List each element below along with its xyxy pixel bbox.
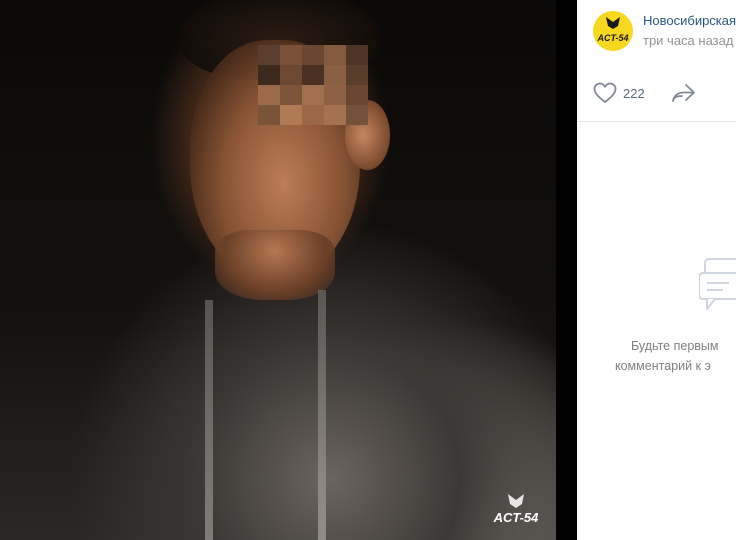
photo-neck (215, 230, 335, 300)
post-time[interactable]: три часа назад (643, 33, 733, 49)
watermark-text: ACT-54 (493, 510, 540, 525)
hood-cord-right (318, 290, 326, 540)
post-actions: 222 (577, 62, 736, 122)
share-button[interactable] (671, 82, 697, 109)
heart-icon (593, 82, 617, 104)
post-header: ACT-54 Новосибирская три часа назад (577, 0, 736, 62)
like-button[interactable]: 222 (593, 82, 645, 104)
comments-empty-line2: комментарий к э (615, 359, 711, 373)
avatar-logo: ACT-54 (596, 17, 629, 43)
like-count: 222 (623, 85, 645, 101)
group-name-link[interactable]: Новосибирская (643, 13, 736, 29)
post-sidebar: ACT-54 Новосибирская три часа назад 222 (577, 0, 736, 540)
hood-cord-left (205, 300, 213, 540)
avatar[interactable]: ACT-54 (593, 11, 633, 51)
face-censor-pixelation (258, 45, 368, 125)
comments-empty-text: Будьте первым комментарий к э (615, 336, 736, 376)
comments-empty-line1: Будьте первым (631, 339, 719, 353)
watermark-logo: ACT-54 (493, 494, 540, 525)
watermark-wolf-icon (508, 494, 524, 508)
share-arrow-icon (672, 84, 695, 102)
avatar-text: ACT-54 (596, 33, 628, 43)
comment-bubbles-icon (699, 258, 736, 310)
photo-viewer[interactable]: ACT-54 (0, 0, 556, 540)
